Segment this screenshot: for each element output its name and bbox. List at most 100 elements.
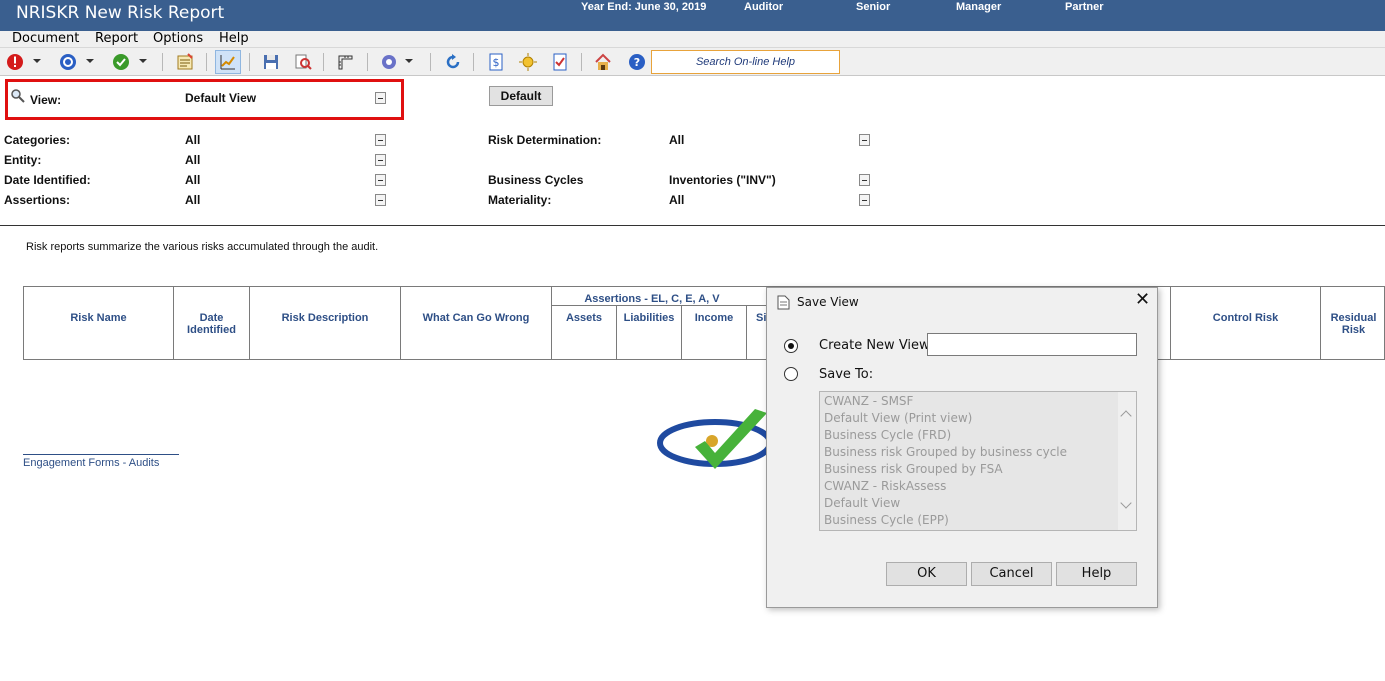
business-cycles-value[interactable]: Inventories ("INV") (669, 173, 776, 187)
assertions-group-header: Assertions - EL, C, E, A, V (552, 287, 768, 306)
business-cycles-dropdown-button[interactable] (859, 174, 870, 186)
list-item[interactable]: Default View (Print view) (824, 411, 972, 425)
col-assets-label: Assets (565, 312, 603, 324)
col-liabilities-label: Liabilities (623, 312, 675, 324)
list-item[interactable]: Business Cycle (FRD) (824, 428, 951, 442)
create-new-view-radio[interactable] (784, 339, 798, 353)
entity-label: Entity: (4, 153, 42, 167)
checklist-icon[interactable] (551, 53, 569, 71)
col-control-risk[interactable]: Control Risk (1170, 287, 1321, 359)
col-date-label-line2: Identified (187, 324, 236, 336)
menu-help[interactable]: Help (219, 31, 249, 46)
refresh-icon[interactable] (444, 53, 462, 71)
business-cycles-label: Business Cycles (488, 173, 584, 187)
col-risk-name[interactable]: Risk Name (24, 287, 174, 359)
stop-dropdown-arrow[interactable] (33, 59, 41, 63)
entity-dropdown-button[interactable] (375, 154, 386, 166)
list-item[interactable]: Business risk Grouped by FSA (824, 462, 1003, 476)
col-liabilities[interactable]: Liabilities (617, 306, 682, 359)
menu-document[interactable]: Document (12, 31, 79, 46)
gear-dropdown-arrow[interactable] (405, 59, 413, 63)
col-residual-label-line2: Risk (1341, 324, 1366, 336)
dialog-title: Save View (797, 295, 859, 309)
col-risk-description[interactable]: Risk Description (250, 287, 401, 359)
assertions-dropdown-button[interactable] (375, 194, 386, 206)
risk-determination-label: Risk Determination: (488, 133, 602, 147)
view-dropdown-button[interactable] (375, 92, 386, 104)
col-residual-risk[interactable]: Residual Risk (1321, 287, 1385, 359)
search-doc-icon[interactable] (294, 53, 312, 71)
col-date-identified[interactable]: Date Identified (174, 287, 250, 359)
save-to-label: Save To: (819, 367, 874, 382)
save-to-listbox[interactable]: CWANZ - SMSF Default View (Print view) B… (819, 391, 1137, 531)
help-button[interactable]: Help (1056, 562, 1137, 586)
section-divider (0, 225, 1385, 226)
list-item[interactable]: CWANZ - RiskAssess (824, 479, 946, 493)
check-dropdown-arrow[interactable] (139, 59, 147, 63)
ruler-icon[interactable] (336, 53, 354, 71)
col-income[interactable]: Income (682, 306, 747, 359)
ok-button[interactable]: OK (886, 562, 967, 586)
year-end-label: Year End: June 30, 2019 (581, 1, 707, 13)
scroll-up-icon[interactable] (1120, 410, 1132, 422)
listbox-scrollbar[interactable] (1118, 392, 1136, 530)
view-label: View: (30, 93, 62, 107)
menu-report[interactable]: Report (95, 31, 138, 46)
dollar-icon[interactable]: $ (487, 53, 505, 71)
new-view-name-input[interactable] (927, 333, 1137, 356)
gear-icon[interactable] (380, 53, 398, 71)
menu-bar: Document Report Options Help (0, 31, 1385, 47)
list-item[interactable]: Business risk Grouped by business cycle (824, 445, 1067, 459)
role-auditor[interactable]: Auditor (744, 1, 783, 13)
toolbar-separator (162, 53, 163, 71)
menu-options[interactable]: Options (153, 31, 203, 46)
info-dropdown-arrow[interactable] (86, 59, 94, 63)
risk-table-header: Risk Name Date Identified Risk Descripti… (23, 286, 1385, 360)
toolbar-separator (430, 53, 431, 71)
materiality-dropdown-button[interactable] (859, 194, 870, 206)
assertions-label: Assertions: (4, 193, 71, 207)
role-senior[interactable]: Senior (856, 1, 890, 13)
cancel-button[interactable]: Cancel (971, 562, 1052, 586)
materiality-value[interactable]: All (669, 193, 684, 207)
save-to-radio[interactable] (784, 367, 798, 381)
col-what-can-go-wrong-label: What Can Go Wrong (422, 312, 530, 324)
help-icon[interactable]: ? (628, 53, 646, 71)
list-item[interactable]: Default View (824, 496, 900, 510)
save-icon[interactable] (262, 53, 280, 71)
view-value[interactable]: Default View (185, 91, 256, 105)
assertions-value[interactable]: All (185, 193, 200, 207)
save-view-dialog: Save View ✕ Create New View: Save To: CW… (766, 287, 1158, 608)
categories-value[interactable]: All (185, 133, 200, 147)
categories-label: Categories: (4, 133, 71, 147)
col-risk-name-label: Risk Name (70, 312, 127, 324)
date-identified-value[interactable]: All (185, 173, 200, 187)
risk-determination-dropdown-button[interactable] (859, 134, 870, 146)
info-icon[interactable] (59, 53, 77, 71)
risk-determination-value[interactable]: All (669, 133, 684, 147)
sun-icon[interactable] (519, 53, 537, 71)
default-button[interactable]: Default (489, 86, 553, 106)
col-control-risk-label: Control Risk (1212, 312, 1279, 324)
col-what-can-go-wrong[interactable]: What Can Go Wrong (401, 287, 552, 359)
chart-icon[interactable] (219, 53, 237, 71)
role-manager[interactable]: Manager (956, 1, 1001, 13)
svg-text:?: ? (634, 56, 640, 69)
notes-icon[interactable] (176, 53, 194, 71)
scroll-down-icon[interactable] (1120, 497, 1132, 509)
date-identified-dropdown-button[interactable] (375, 174, 386, 186)
stop-icon[interactable] (6, 53, 24, 71)
col-assets[interactable]: Assets (552, 306, 617, 359)
role-partner[interactable]: Partner (1065, 1, 1104, 13)
engagement-forms-link[interactable]: Engagement Forms - Audits (23, 457, 159, 469)
close-icon[interactable]: ✕ (1135, 291, 1150, 309)
check-icon[interactable] (112, 53, 130, 71)
entity-value[interactable]: All (185, 153, 200, 167)
search-online-help-input[interactable]: Search On-line Help (651, 50, 840, 74)
list-item[interactable]: CWANZ - SMSF (824, 394, 913, 408)
materiality-label: Materiality: (488, 193, 552, 207)
col-date-label-line1: Date (199, 312, 224, 324)
home-icon[interactable] (594, 53, 612, 71)
categories-dropdown-button[interactable] (375, 134, 386, 146)
list-item[interactable]: Business Cycle (EPP) (824, 513, 949, 527)
